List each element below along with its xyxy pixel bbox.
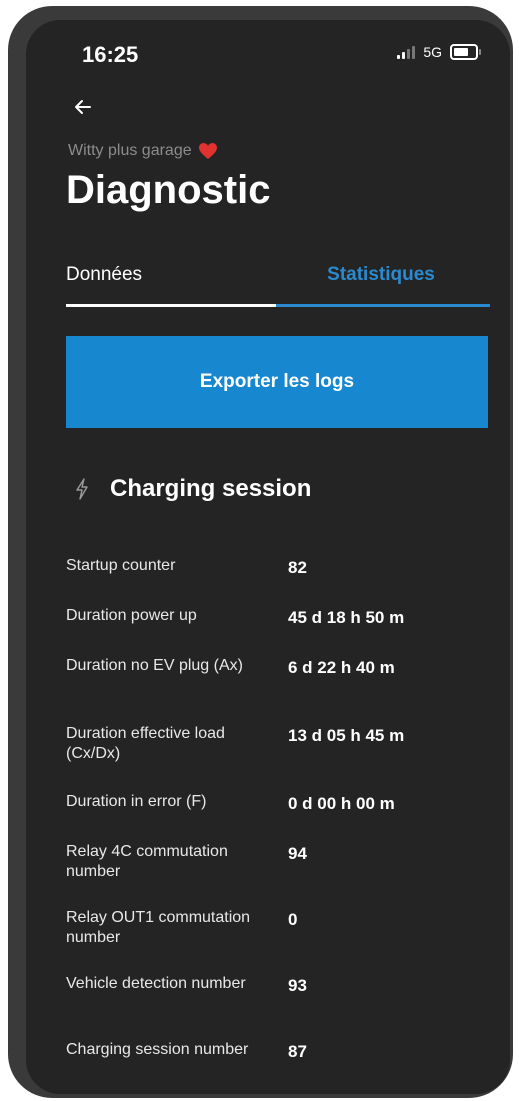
network-type: 5G	[423, 44, 442, 60]
stat-value: 0 d 00 h 00 m	[288, 794, 395, 813]
section-header: Charging session	[74, 475, 311, 503]
bolt-icon	[74, 478, 90, 500]
stat-label: Relay 4C commutation number	[66, 843, 228, 880]
stat-value: 87	[288, 1042, 307, 1061]
stat-value: 94	[288, 844, 307, 863]
back-button[interactable]	[68, 92, 98, 122]
heart-icon	[198, 142, 218, 160]
site-name: Witty plus garage	[68, 142, 192, 159]
stat-value: 45 d 18 h 50 m	[288, 608, 405, 627]
arrow-left-icon	[75, 100, 91, 114]
stat-value: 93	[288, 976, 307, 995]
stat-value: 82	[288, 558, 307, 577]
phone-frame: 16:25 5G Witty plus garage Diagnostic Do…	[8, 6, 513, 1098]
status-indicators: 5G	[397, 44, 481, 60]
export-logs-button[interactable]: Exporter les logs	[66, 336, 488, 428]
stat-label: Charging session number	[66, 1041, 249, 1058]
stat-value: 13 d 05 h 45 m	[288, 726, 405, 745]
site-name-row: Witty plus garage	[68, 142, 218, 160]
tab-bar: Données Statistiques	[66, 264, 490, 314]
tab-divider-left	[66, 304, 276, 307]
stat-label: Vehicle detection number	[66, 975, 246, 992]
battery-icon	[450, 44, 481, 60]
page-title: Diagnostic	[66, 168, 271, 212]
screen: 16:25 5G Witty plus garage Diagnostic Do…	[26, 20, 510, 1094]
stat-label: Relay OUT1 commutation number	[66, 909, 251, 946]
tab-statistiques[interactable]: Statistiques	[276, 264, 486, 308]
signal-icon	[397, 45, 416, 59]
stat-label: Duration power up	[66, 607, 197, 624]
tab-donnees[interactable]: Données	[66, 264, 276, 308]
status-bar: 16:25 5G	[26, 20, 510, 80]
tab-active-indicator	[276, 304, 490, 307]
section-title: Charging session	[110, 475, 312, 502]
status-time: 16:25	[82, 42, 139, 67]
stat-label: Duration effective load (Cx/Dx)	[66, 725, 225, 762]
stat-label: Duration in error (F)	[66, 793, 207, 810]
stat-value: 0	[288, 910, 298, 929]
stat-value: 6 d 22 h 40 m	[288, 658, 395, 677]
stat-label: Startup counter	[66, 557, 176, 574]
stat-label: Duration no EV plug (Ax)	[66, 657, 243, 674]
